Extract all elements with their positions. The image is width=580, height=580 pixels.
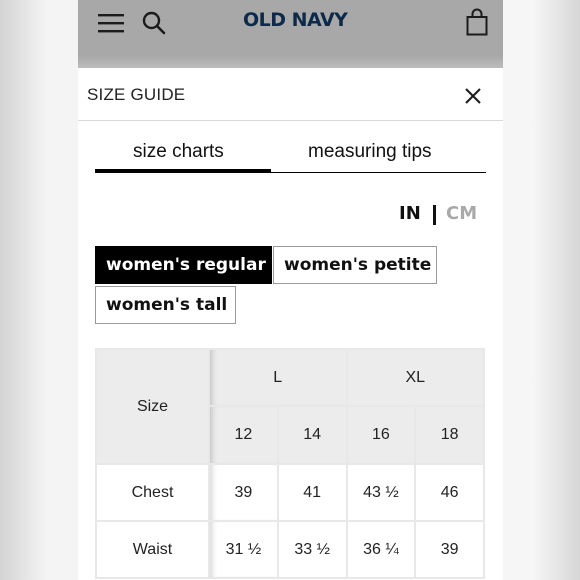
size-group-row: Size L XL (95, 348, 485, 465)
measurement-label-waist: Waist (95, 520, 210, 579)
measurement-value-cell: 46 (414, 463, 485, 522)
size-header-cell: Size (95, 348, 210, 465)
close-icon[interactable] (463, 86, 483, 106)
search-icon[interactable] (141, 10, 167, 36)
size-guide-title: SIZE GUIDE (87, 85, 186, 104)
size-guide-header: SIZE GUIDE (78, 68, 503, 121)
fit-womens-petite-button[interactable]: women's petite (273, 246, 437, 284)
measurement-value-cell: 41 (276, 463, 348, 522)
hamburger-menu-icon[interactable] (98, 12, 124, 34)
numeric-size-cell: 14 (276, 405, 348, 465)
table-row: Chest 39 41 43 ½ 46 (95, 463, 485, 522)
active-tab-indicator (95, 169, 271, 172)
measurement-label-chest: Chest (95, 463, 210, 522)
size-group-xl: XL (345, 348, 485, 407)
unit-centimeters-toggle[interactable]: CM (446, 203, 477, 224)
size-group-l: L (208, 348, 348, 407)
shopping-bag-icon[interactable] (466, 8, 488, 36)
table-row: Waist 31 ½ 33 ½ 36 ¼ 39 (95, 520, 485, 579)
numeric-size-cell: 18 (414, 405, 485, 465)
phone-screen: OLD NAVY SIZE GUIDE size charts measurin… (78, 0, 503, 580)
nav-bar-shadow (78, 56, 503, 68)
unit-inches-toggle[interactable]: IN (399, 203, 421, 224)
tab-size-charts[interactable]: size charts (133, 141, 224, 163)
numeric-size-cell: 16 (345, 405, 417, 465)
measurement-value-cell: 36 ¼ (345, 520, 417, 579)
size-guide-tabs: size charts measuring tips (95, 138, 486, 173)
tab-measuring-tips[interactable]: measuring tips (308, 141, 432, 163)
fit-womens-regular-button[interactable]: women's regular (95, 246, 272, 284)
measurement-value-cell: 43 ½ (345, 463, 417, 522)
measurement-value-cell: 31 ½ (208, 520, 279, 579)
unit-divider (433, 205, 436, 225)
fit-womens-tall-button[interactable]: women's tall (95, 286, 236, 324)
measurement-value-cell: 39 (208, 463, 279, 522)
old-navy-logo[interactable]: OLD NAVY (243, 9, 348, 31)
size-chart-table: Size L XL 12 14 16 18 Chest 39 41 43 ½ 4… (95, 348, 485, 579)
numeric-size-cell: 12 (208, 405, 279, 465)
measurement-value-cell: 33 ½ (276, 520, 348, 579)
measurement-value-cell: 39 (414, 520, 485, 579)
top-navigation-bar: OLD NAVY (78, 0, 503, 68)
